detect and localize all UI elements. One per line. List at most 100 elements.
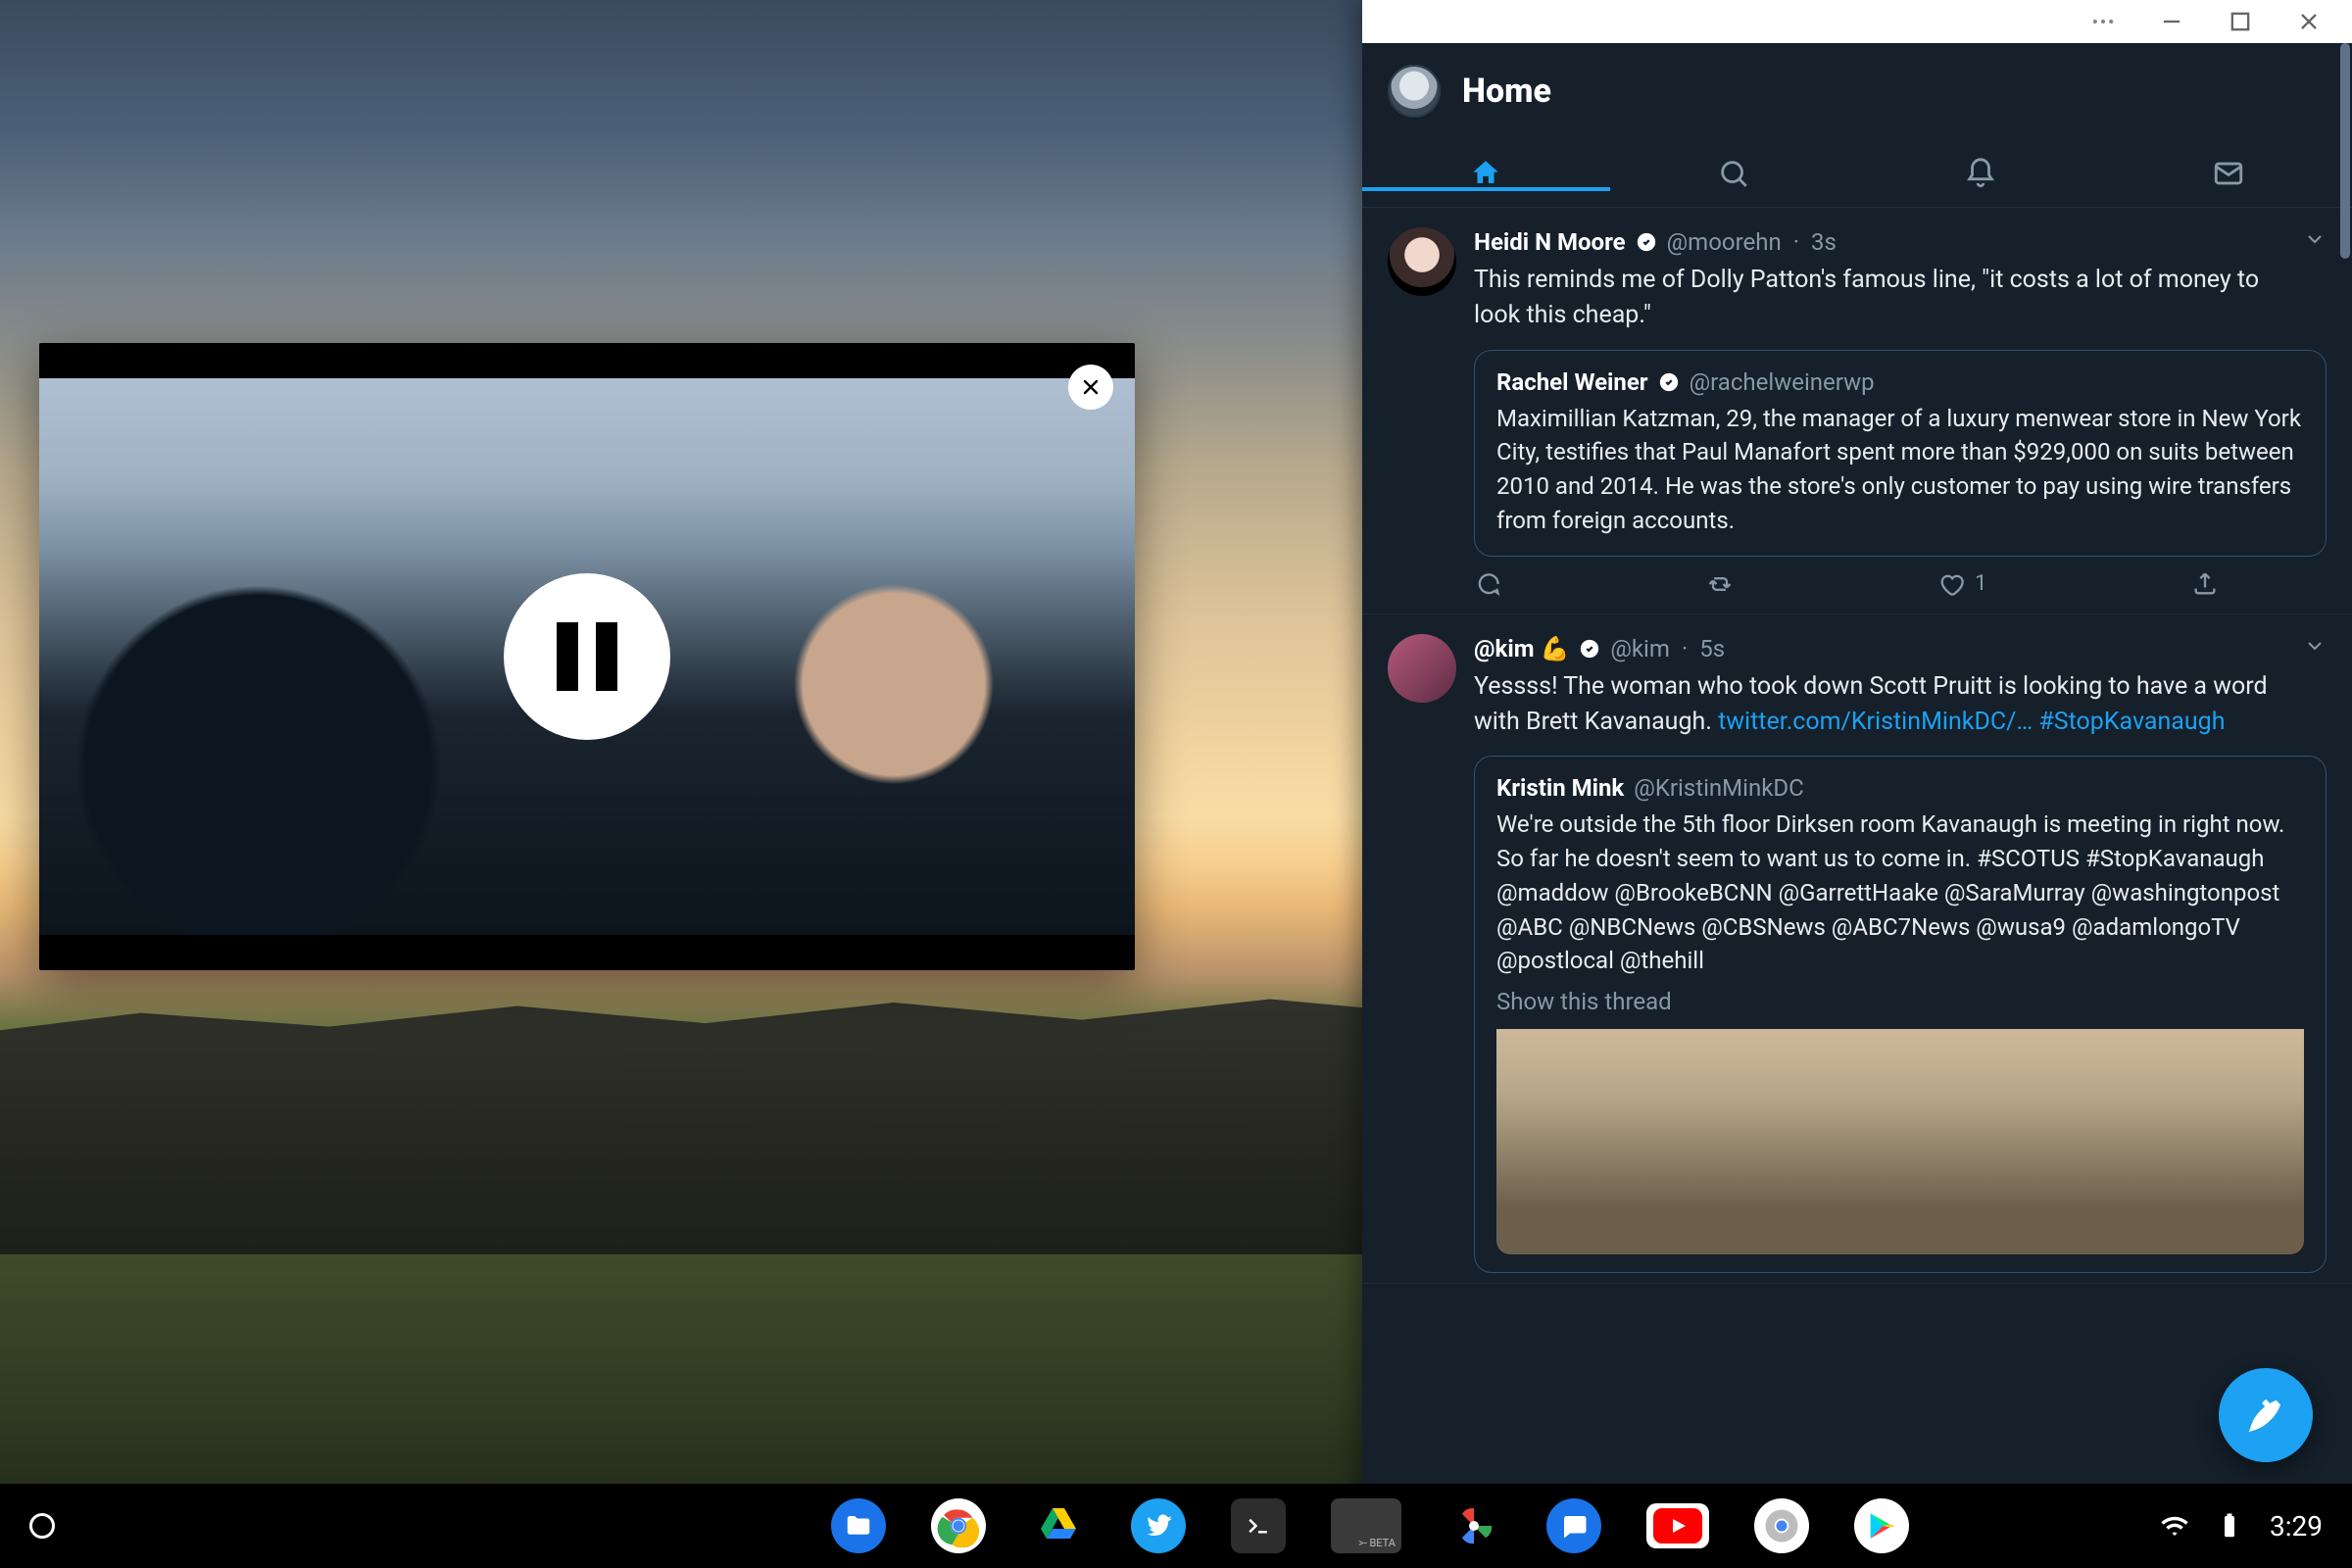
tab-search[interactable] xyxy=(1610,157,1858,190)
retweet-button[interactable] xyxy=(1706,570,1734,598)
chevron-down-icon xyxy=(2303,227,2327,251)
twitter-window: Home Heidi N Mo xyxy=(1362,0,2352,1509)
search-icon xyxy=(1717,157,1750,190)
app-files[interactable] xyxy=(831,1498,886,1553)
app-terminal[interactable] xyxy=(1231,1498,1286,1553)
tweet-link[interactable]: twitter.com/KristinMinkDC/… xyxy=(1718,708,2033,736)
minimize-icon xyxy=(2158,8,2185,35)
youtube-icon xyxy=(1653,1508,1702,1544)
chrome-icon xyxy=(1760,1504,1803,1547)
tweet-text: This reminds me of Dolly Patton's famous… xyxy=(1474,263,2278,334)
envelope-icon xyxy=(2212,157,2245,190)
tweet-author-name: @kim 💪 xyxy=(1474,635,1569,662)
verified-icon xyxy=(1579,638,1600,660)
share-button[interactable] xyxy=(2191,570,2219,598)
terminal-icon xyxy=(1244,1511,1273,1541)
quote-author-name: Rachel Weiner xyxy=(1496,368,1648,396)
twitter-header: Home xyxy=(1362,43,2352,139)
app-drive[interactable] xyxy=(1031,1498,1086,1553)
tweet-time: 3s xyxy=(1811,228,1837,256)
pause-icon xyxy=(557,622,617,691)
taskbar-apps: >- BETA xyxy=(831,1498,1909,1553)
clock: 3:29 xyxy=(2270,1510,2323,1543)
window-menu-button[interactable] xyxy=(2089,8,2117,35)
tweet-hashtag[interactable]: #StopKavanaugh xyxy=(2038,708,2225,736)
tab-notifications[interactable] xyxy=(1857,157,2105,190)
app-beta[interactable]: >- BETA xyxy=(1331,1498,1401,1553)
launcher-button[interactable] xyxy=(29,1513,55,1539)
compose-tweet-button[interactable] xyxy=(2219,1368,2313,1462)
twitter-tabs xyxy=(1362,139,2352,208)
tweet-author-handle: @kim xyxy=(1610,635,1670,662)
status-tray[interactable]: 3:29 xyxy=(2160,1510,2323,1543)
wifi-icon xyxy=(2160,1511,2189,1541)
close-icon xyxy=(1079,375,1102,399)
like-button[interactable]: 1 xyxy=(1937,570,1986,598)
tweet-author-handle: @moorehn xyxy=(1667,228,1782,256)
show-thread-link[interactable]: Show this thread xyxy=(1496,988,2304,1015)
tweet[interactable]: @kim 💪 @kim 5s Yessss! The woman who too… xyxy=(1362,614,2352,1284)
pip-video-window[interactable] xyxy=(39,343,1135,970)
app-photos[interactable] xyxy=(1446,1498,1501,1553)
tab-home[interactable] xyxy=(1362,157,1610,190)
maximize-icon xyxy=(2227,8,2254,35)
feather-icon xyxy=(2245,1395,2286,1436)
quote-author-handle: @rachelweinerwp xyxy=(1690,368,1875,396)
tweet-time: 5s xyxy=(1699,635,1725,662)
app-play-store[interactable] xyxy=(1854,1498,1909,1553)
app-chrome-canary[interactable] xyxy=(1754,1498,1809,1553)
folder-icon xyxy=(844,1511,873,1541)
pip-close-button[interactable] xyxy=(1068,365,1113,410)
quoted-tweet[interactable]: Rachel Weiner @rachelweinerwp Maximillia… xyxy=(1474,350,2327,557)
window-close-button[interactable] xyxy=(2295,8,2323,35)
tweet-avatar[interactable] xyxy=(1388,634,1456,703)
chrome-icon xyxy=(937,1504,980,1547)
quote-author-handle: @KristinMinkDC xyxy=(1634,774,1803,802)
home-icon xyxy=(1469,157,1502,190)
window-maximize-button[interactable] xyxy=(2227,8,2254,35)
app-chrome[interactable] xyxy=(931,1498,986,1553)
twitter-icon xyxy=(1144,1511,1173,1541)
reply-icon xyxy=(1474,570,1501,598)
verified-icon xyxy=(1658,371,1680,393)
share-icon xyxy=(2191,570,2219,598)
pip-pause-button[interactable] xyxy=(504,573,670,740)
tweet-author-name: Heidi N Moore xyxy=(1474,228,1626,256)
app-youtube[interactable] xyxy=(1646,1503,1709,1548)
chevron-down-icon xyxy=(2303,634,2327,658)
photos-icon xyxy=(1450,1502,1497,1549)
tweet[interactable]: Heidi N Moore @moorehn 3s This reminds m… xyxy=(1362,208,2352,614)
quote-text: Maximillian Katzman, 29, the manager of … xyxy=(1496,402,2304,538)
tab-messages[interactable] xyxy=(2105,157,2352,190)
tweet-avatar[interactable] xyxy=(1388,227,1456,296)
retweet-icon xyxy=(1706,570,1734,598)
quoted-tweet[interactable]: Kristin Mink @KristinMinkDC We're outsid… xyxy=(1474,756,2327,1273)
verified-icon xyxy=(1636,231,1657,253)
like-count: 1 xyxy=(1975,571,1986,596)
bell-icon xyxy=(1964,157,1997,190)
tweet-text: Yessss! The woman who took down Scott Pr… xyxy=(1474,669,2278,741)
play-icon xyxy=(1865,1509,1898,1543)
tweet-menu-button[interactable] xyxy=(2303,634,2327,663)
page-title: Home xyxy=(1462,72,1551,111)
taskbar: >- BETA 3:29 xyxy=(0,1484,2352,1568)
tweet-actions: 1 xyxy=(1474,570,2219,598)
drive-icon xyxy=(1035,1502,1082,1549)
window-minimize-button[interactable] xyxy=(2158,8,2185,35)
messages-icon xyxy=(1559,1511,1589,1541)
tweet-menu-button[interactable] xyxy=(2303,227,2327,257)
quote-author-name: Kristin Mink xyxy=(1496,774,1624,802)
quote-image[interactable] xyxy=(1496,1029,2304,1254)
scrollbar-thumb[interactable] xyxy=(2340,43,2350,259)
twitter-feed[interactable]: Heidi N Moore @moorehn 3s This reminds m… xyxy=(1362,208,2352,1509)
app-twitter[interactable] xyxy=(1131,1498,1186,1553)
quote-text: We're outside the 5th floor Dirksen room… xyxy=(1496,808,2304,978)
heart-icon xyxy=(1937,570,1965,598)
reply-button[interactable] xyxy=(1474,570,1501,598)
close-icon xyxy=(2295,8,2323,35)
beta-label: >- BETA xyxy=(1358,1537,1396,1549)
profile-avatar[interactable] xyxy=(1388,65,1441,118)
window-titlebar xyxy=(1362,0,2352,43)
app-messages[interactable] xyxy=(1546,1498,1601,1553)
battery-icon xyxy=(2215,1511,2244,1541)
